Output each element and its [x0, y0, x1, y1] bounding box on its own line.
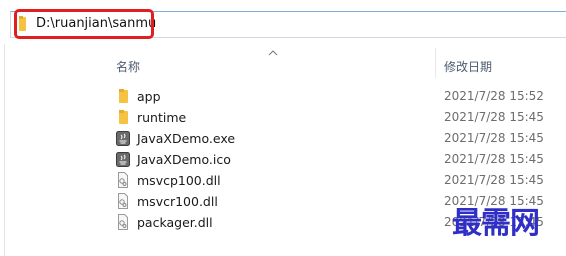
- file-date: 2021/7/28 15:45: [444, 152, 544, 166]
- file-row[interactable]: app 2021/7/28 15:52: [105, 86, 566, 107]
- dll-file-icon: [118, 193, 128, 209]
- file-row[interactable]: msvcp100.dll 2021/7/28 15:45: [105, 170, 566, 191]
- sort-ascending-icon[interactable]: [268, 50, 278, 56]
- file-name: JavaXDemo.ico: [137, 152, 231, 167]
- highlight-box: [14, 9, 154, 39]
- file-name: packager.dll: [137, 215, 213, 230]
- watermark: 最需网: [452, 206, 540, 241]
- file-date: 2021/7/28 15:45: [444, 173, 544, 187]
- file-name: msvcr100.dll: [137, 194, 218, 209]
- file-date: 2021/7/28 15:45: [444, 110, 544, 124]
- file-date: 2021/7/28 15:45: [444, 131, 544, 145]
- file-row[interactable]: JavaXDemo.exe 2021/7/28 15:45: [105, 128, 566, 149]
- java-app-icon: [116, 131, 130, 146]
- file-name: msvcp100.dll: [137, 173, 221, 188]
- column-divider[interactable]: [435, 48, 436, 78]
- dll-file-icon: [118, 214, 128, 230]
- file-name: runtime: [137, 110, 187, 125]
- folder-icon: [119, 110, 128, 124]
- folder-icon: [119, 89, 128, 103]
- column-header-name[interactable]: 名称: [116, 58, 140, 75]
- file-row[interactable]: runtime 2021/7/28 15:45: [105, 107, 566, 128]
- column-header-date-modified[interactable]: 修改日期: [444, 58, 492, 75]
- dll-file-icon: [118, 172, 128, 188]
- file-name: JavaXDemo.exe: [137, 131, 236, 146]
- file-date: 2021/7/28 15:52: [444, 89, 544, 103]
- file-row[interactable]: JavaXDemo.ico 2021/7/28 15:45: [105, 149, 566, 170]
- file-name: app: [137, 89, 161, 104]
- java-app-icon: [116, 152, 130, 167]
